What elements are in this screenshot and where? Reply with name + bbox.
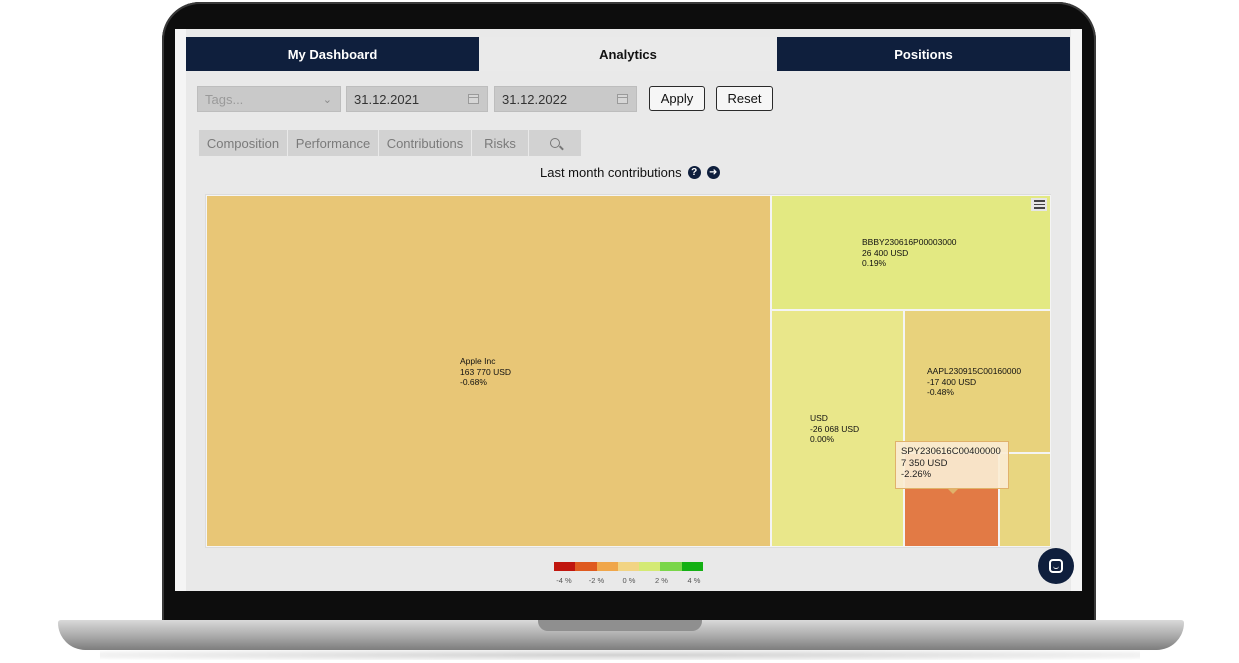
chat-button[interactable] [1038, 548, 1074, 584]
laptop-shadow [100, 650, 1140, 660]
laptop-notch [538, 620, 702, 631]
date-from-input[interactable]: 31.12.2021 [346, 86, 488, 112]
tooltip-pointer [947, 488, 959, 494]
cell-value: -17 400 USD [927, 376, 977, 387]
cell-name: BBBY230616P00003000 [862, 237, 957, 247]
legend-swatch [554, 562, 576, 571]
cell-change: 0.19% [862, 258, 887, 268]
app-screen: My Dashboard Analytics Positions Tags...… [175, 29, 1082, 591]
tooltip-name: SPY230616C00400000 [901, 446, 1001, 457]
tooltip-value: 7 350 USD [901, 457, 948, 469]
screen-edge-left [175, 29, 186, 591]
question-circle-icon[interactable]: ? [687, 166, 701, 179]
cell-value: 26 400 USD [862, 247, 909, 258]
cell-name: AAPL230915C00160000 [927, 366, 1022, 376]
chat-icon [1049, 559, 1063, 573]
filter-row: Tags... ⌄ 31.12.2021 31.12.2022 Apply Re… [197, 86, 1067, 112]
subtab-performance[interactable]: Performance [288, 130, 378, 156]
tab-positions[interactable]: Positions [777, 37, 1070, 71]
chevron-down-icon: ⌄ [322, 94, 332, 106]
legend-swatch [617, 562, 640, 571]
subtab-risks[interactable]: Risks [472, 130, 528, 156]
search-icon [550, 138, 560, 148]
date-from-value: 31.12.2021 [354, 91, 420, 107]
arrow-right-circle-icon[interactable]: ➜ [706, 166, 720, 179]
calendar-icon[interactable] [617, 94, 628, 104]
subtab-search[interactable] [529, 130, 581, 156]
tags-placeholder: Tags... [205, 91, 244, 107]
legend-tick-label: 2 % [655, 576, 668, 585]
legend-color-bar [554, 562, 703, 571]
chart-title-row: Last month contributions ? ➜ [540, 165, 720, 180]
cell-name: USD [810, 413, 828, 423]
chart-title: Last month contributions [540, 165, 682, 180]
calendar-icon[interactable] [468, 94, 479, 104]
main-tabs: My Dashboard Analytics Positions [186, 37, 1070, 71]
legend-ticks: -4 % -2 % 0 % 2 % 4 % [554, 576, 704, 586]
cell-label: BBBY230616P00003000 26 400 USD 0.19% [862, 237, 957, 269]
hamburger-menu-icon[interactable] [1031, 198, 1047, 211]
treemap-cell-apple[interactable]: Apple Inc 163 770 USD -0.68% [206, 195, 771, 547]
cell-name: Apple Inc [460, 356, 496, 366]
legend-swatch [681, 562, 703, 571]
treemap-cell-usd[interactable]: USD -26 068 USD 0.00% [771, 310, 904, 547]
legend-swatch [660, 562, 682, 571]
color-legend: -4 % -2 % 0 % 2 % 4 % [554, 562, 704, 586]
legend-tick-label: -4 % [556, 576, 572, 585]
tab-analytics[interactable]: Analytics [479, 37, 777, 71]
treemap-tooltip: SPY230616C00400000 7 350 USD -2.26% [895, 441, 1009, 489]
cell-change: -0.48% [927, 387, 954, 397]
treemap-cell-bbby[interactable]: BBBY230616P00003000 26 400 USD 0.19% [771, 195, 1051, 310]
reset-button[interactable]: Reset [716, 86, 773, 111]
cell-value: -26 068 USD [810, 423, 860, 434]
cell-value: 163 770 USD [460, 366, 512, 377]
analytics-subtabs: Composition Performance Contributions Ri… [199, 130, 581, 156]
legend-tick-label: 0 % [622, 576, 636, 585]
contributions-treemap: Apple Inc 163 770 USD -0.68% BBBY230616P… [205, 194, 1051, 548]
cell-label: USD -26 068 USD 0.00% [810, 413, 859, 445]
cell-change: 0.00% [810, 434, 835, 444]
tags-select[interactable]: Tags... ⌄ [197, 86, 341, 112]
cell-change: -0.68% [460, 377, 487, 387]
legend-swatch [575, 562, 597, 571]
cell-label: AAPL230915C00160000 -17 400 USD -0.48% [927, 366, 1021, 398]
cell-label: Apple Inc 163 770 USD -0.68% [460, 356, 511, 388]
tab-my-dashboard[interactable]: My Dashboard [186, 37, 479, 71]
tooltip-change: -2.26% [901, 469, 932, 480]
apply-button[interactable]: Apply [649, 86, 705, 111]
treemap-cell-aapl-call[interactable]: AAPL230915C00160000 -17 400 USD -0.48% [904, 310, 1051, 453]
legend-swatch [639, 562, 661, 571]
legend-tick-label: 4 % [687, 576, 701, 585]
date-to-value: 31.12.2022 [502, 91, 568, 107]
legend-tick-label: -2 % [588, 576, 605, 585]
subtab-composition[interactable]: Composition [199, 130, 287, 156]
legend-swatch [596, 562, 618, 571]
screen-edge-right [1071, 29, 1082, 591]
subtab-contributions[interactable]: Contributions [379, 130, 471, 156]
date-to-input[interactable]: 31.12.2022 [494, 86, 637, 112]
